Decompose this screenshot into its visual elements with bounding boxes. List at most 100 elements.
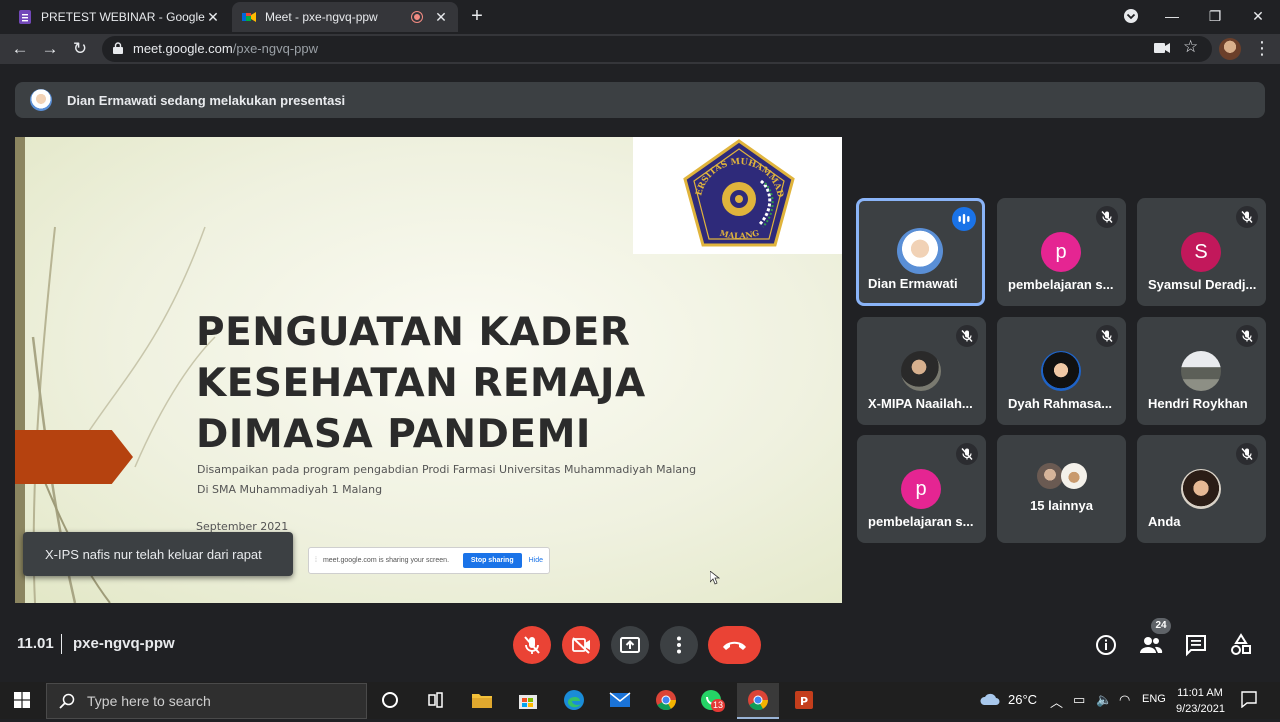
participant-avatar [1181, 469, 1221, 509]
participant-tile[interactable]: Dyah Rahmasa... [997, 317, 1126, 425]
participant-name: Anda [1148, 514, 1181, 529]
meeting-clock: 11.01 [17, 635, 54, 652]
chat-icon[interactable] [1183, 632, 1209, 658]
tab-title: PRETEST WEBINAR - Google Forms [41, 10, 206, 24]
slide-subtitle-line2: Di SMA Muhammadiyah 1 Malang [197, 483, 383, 496]
group-avatar [1061, 463, 1087, 489]
camera-toggle-button[interactable] [562, 626, 600, 664]
taskbar-clock[interactable]: 11:01 AM 9/23/2021 [1176, 685, 1225, 717]
mic-muted-icon [956, 325, 978, 347]
participant-tile[interactable]: X-MIPA Naailah... [857, 317, 986, 425]
volume-icon[interactable]: 🔈 [1096, 692, 1112, 708]
present-screen-button[interactable] [611, 626, 649, 664]
participant-tile[interactable]: Dian Ermawati [856, 198, 985, 306]
present-screen-icon [620, 637, 640, 653]
clock-time: 11:01 AM [1177, 687, 1223, 699]
file-explorer-icon[interactable] [470, 688, 494, 712]
window-close-button[interactable]: ✕ [1236, 4, 1280, 28]
powerpoint-icon[interactable]: P [792, 688, 816, 712]
more-vert-icon [677, 636, 681, 654]
windows-start-icon[interactable] [14, 692, 30, 708]
participant-tile-self[interactable]: Anda [1137, 435, 1266, 543]
group-avatar [1037, 463, 1063, 489]
stop-sharing-button[interactable]: Stop sharing [462, 553, 522, 568]
slide-subtitle-line1: Disampaikan pada program pengabdian Prod… [197, 463, 697, 476]
forward-button[interactable]: → [38, 37, 62, 61]
participant-tile[interactable]: p pembelajaran s... [857, 435, 986, 543]
participant-initial-avatar: p [1041, 232, 1081, 272]
participant-name: pembelajaran s... [868, 514, 974, 529]
participant-name: Syamsul Deradj... [1148, 277, 1257, 292]
svg-text:P: P [800, 695, 808, 708]
input-language[interactable]: ENG [1142, 693, 1166, 705]
google-meet-icon [242, 12, 256, 22]
chrome-taskbar-active[interactable] [737, 683, 779, 719]
close-icon[interactable]: ✕ [206, 9, 220, 26]
slide-title: PENGUATAN KADER KESEHATAN REMAJA DIMASA … [196, 310, 646, 457]
task-view-icon[interactable] [423, 688, 447, 712]
notification-toast: X-IPS nafis nur telah keluar dari rapat [23, 532, 293, 576]
close-icon[interactable]: ✕ [434, 9, 448, 26]
lock-icon[interactable] [113, 42, 123, 54]
presenting-text: Dian Ermawati sedang melakukan presentas… [67, 92, 346, 108]
mic-muted-icon [956, 443, 978, 465]
battery-icon[interactable]: ▭ [1073, 692, 1085, 708]
speaking-indicator-icon [952, 207, 976, 231]
people-icon[interactable] [1138, 632, 1164, 658]
reload-button[interactable]: ↻ [68, 37, 92, 61]
presenting-banner: Dian Ermawati sedang melakukan presentas… [15, 82, 1265, 118]
chrome-icon[interactable] [654, 688, 678, 712]
hang-up-icon [723, 641, 746, 650]
camera-off-icon [572, 637, 590, 654]
hide-link[interactable]: Hide [529, 557, 543, 564]
participant-avatar [1181, 351, 1221, 391]
umm-university-logo: UNIVERSITAS MUHAMMADIYAH MALANG [681, 139, 795, 247]
more-options-button[interactable] [660, 626, 698, 664]
leave-call-button[interactable] [708, 626, 761, 664]
maximize-button[interactable]: ❐ [1193, 4, 1237, 28]
minimize-button[interactable]: — [1150, 4, 1194, 28]
participant-tile[interactable]: S Syamsul Deradj... [1137, 198, 1266, 306]
taskbar-search-box[interactable]: Type here to search [46, 683, 367, 719]
search-icon [59, 693, 75, 709]
chevron-up-icon[interactable]: ︿ [1050, 692, 1063, 711]
bookmark-star-icon[interactable]: ☆ [1183, 38, 1201, 56]
participant-avatar [1041, 351, 1081, 391]
tab-search-button[interactable] [1109, 4, 1153, 28]
activities-icon[interactable] [1228, 632, 1254, 658]
mic-muted-icon [1096, 325, 1118, 347]
url-text[interactable]: meet.google.com/pxe-ngvq-ppw [133, 41, 318, 56]
participant-group-tile[interactable]: 15 lainnya [997, 435, 1126, 543]
participant-name: pembelajaran s... [1008, 277, 1114, 292]
wifi-icon[interactable]: ◠ [1119, 692, 1130, 708]
tab-forms[interactable]: PRETEST WEBINAR - Google Forms ✕ [8, 2, 230, 32]
mic-off-icon [524, 636, 540, 654]
notification-center-icon[interactable] [1240, 690, 1258, 708]
meeting-code[interactable]: pxe-ngvq-ppw [73, 635, 175, 652]
participant-initial-avatar: p [901, 469, 941, 509]
profile-avatar[interactable] [1219, 38, 1241, 60]
google-forms-icon [19, 10, 31, 24]
mic-muted-icon [1236, 443, 1258, 465]
cortana-icon[interactable] [378, 688, 402, 712]
mic-muted-icon [1236, 206, 1258, 228]
microsoft-store-icon[interactable] [516, 688, 540, 712]
weather-cloud-icon[interactable] [979, 691, 1001, 707]
new-tab-button[interactable]: + [466, 5, 488, 27]
mic-toggle-button[interactable] [513, 626, 551, 664]
url-path: /pxe-ngvq-ppw [232, 41, 319, 56]
participant-avatar [897, 228, 943, 274]
camera-in-use-icon[interactable] [1154, 41, 1170, 55]
participant-tile[interactable]: Hendri Roykhan [1137, 317, 1266, 425]
back-button[interactable]: ← [8, 37, 32, 61]
browser-menu-icon[interactable]: ⋮ [1253, 38, 1271, 58]
whatsapp-button[interactable]: 13 [699, 688, 726, 716]
drag-handle-icon[interactable]: ⁞ [315, 557, 317, 564]
weather-temperature[interactable]: 26°C [1008, 692, 1037, 707]
participant-tile[interactable]: p pembelajaran s... [997, 198, 1126, 306]
others-count-label: 15 lainnya [1030, 498, 1093, 513]
edge-icon[interactable] [562, 688, 586, 712]
mail-icon[interactable] [608, 688, 632, 712]
meeting-details-icon[interactable] [1093, 632, 1119, 658]
tab-meet[interactable]: Meet - pxe-ngvq-ppw ✕ [232, 2, 458, 32]
